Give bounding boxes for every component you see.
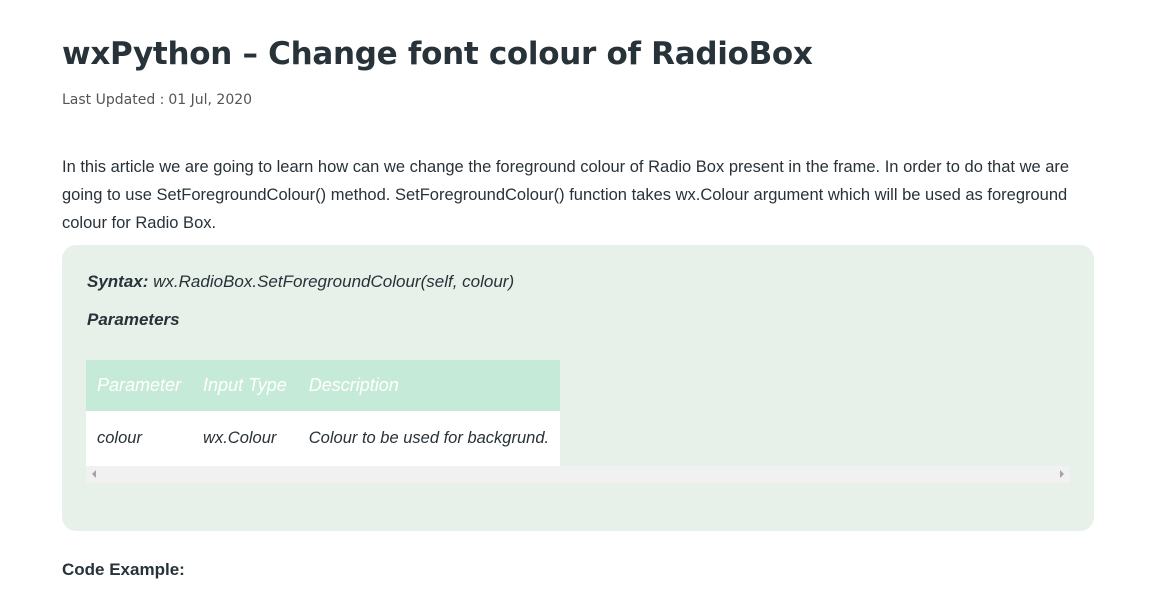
column-header-input-type: Input Type (192, 360, 298, 411)
cell-parameter: colour (86, 411, 193, 466)
table-header-row: Parameter Input Type Description (86, 360, 561, 411)
syntax-line: Syntax: wx.RadioBox.SetForegroundColour(… (87, 272, 514, 292)
parameters-heading: Parameters (87, 310, 180, 329)
horizontal-scrollbar[interactable] (86, 466, 1070, 483)
intro-paragraph: In this article we are going to learn ho… (62, 158, 1070, 232)
page-title: wxPython – Change font colour of RadioBo… (62, 36, 813, 72)
last-updated-date: 01 Jul, 2020 (168, 92, 253, 108)
table-row: colour wx.Colour Colour to be used for b… (86, 411, 561, 466)
last-updated: Last Updated :01 Jul, 2020 (62, 92, 252, 108)
last-updated-label: Last Updated : (62, 92, 165, 108)
cell-input-type: wx.Colour (192, 411, 298, 466)
scroll-left-arrow-icon[interactable] (92, 470, 96, 478)
column-header-parameter: Parameter (86, 360, 193, 411)
parameters-table-container: Parameter Input Type Description colour … (86, 360, 1070, 484)
code-example-heading: Code Example: (62, 560, 185, 579)
scroll-right-arrow-icon[interactable] (1060, 470, 1064, 478)
cell-description: Colour to be used for backgrund. (297, 411, 561, 466)
syntax-value: wx.RadioBox.SetForegroundColour(self, co… (153, 272, 515, 291)
parameters-table: Parameter Input Type Description colour … (86, 360, 561, 466)
syntax-label: Syntax: (87, 272, 149, 291)
column-header-description: Description (297, 360, 561, 411)
